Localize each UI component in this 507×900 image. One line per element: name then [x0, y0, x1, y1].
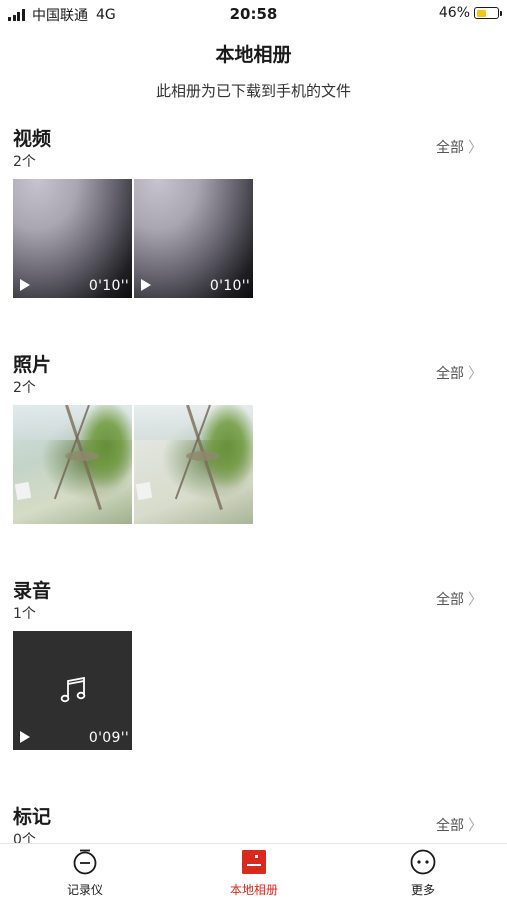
- battery-icon: [474, 7, 502, 19]
- page-subtitle: 此相册为已下载到手机的文件: [155, 82, 351, 100]
- tab-more[interactable]: 更多: [373, 849, 473, 898]
- section-title: 标记: [13, 806, 52, 828]
- video-thumbnail[interactable]: 0'10'': [13, 179, 132, 298]
- battery-percent: 46%: [438, 5, 470, 21]
- chevron-right-icon: 〉: [467, 816, 483, 834]
- page-title: 本地相册: [215, 44, 292, 66]
- local-album-page: 中国联通 4G 20:58 46% 本地相册 此相册为已下载到手机的文件 视频 …: [0, 0, 507, 900]
- tab-label: 本地相册: [229, 883, 278, 897]
- video-duration: 0'10'': [209, 278, 250, 294]
- play-icon: [20, 731, 30, 743]
- chevron-right-icon: 〉: [467, 138, 483, 156]
- tab-recorder[interactable]: 记录仪: [35, 849, 135, 898]
- status-time: 20:58: [229, 5, 278, 23]
- chevron-right-icon: 〉: [467, 364, 483, 382]
- video-thumbnail[interactable]: 0'10'': [134, 179, 253, 298]
- video-thumbnails: 0'10'' 0'10'': [13, 179, 255, 298]
- see-all-video-button[interactable]: 全部 〉: [436, 136, 483, 157]
- section-title: 照片: [13, 354, 52, 376]
- see-all-label: 全部: [435, 365, 464, 382]
- battery-fill: [476, 9, 486, 17]
- audio-thumbnails: 0'09'': [13, 631, 134, 750]
- see-all-label: 全部: [435, 139, 464, 156]
- tab-bar: 记录仪 本地相册 更多: [0, 843, 507, 900]
- section-title: 录音: [13, 580, 52, 602]
- play-icon: [20, 279, 30, 291]
- tab-local-album[interactable]: 本地相册: [204, 849, 304, 898]
- section-count: 2个: [13, 154, 36, 170]
- tab-label: 记录仪: [66, 883, 103, 897]
- tab-label: 更多: [410, 883, 435, 897]
- recorder-icon: [73, 849, 97, 875]
- audio-thumbnail[interactable]: 0'09'': [13, 631, 132, 750]
- see-all-audio-button[interactable]: 全部 〉: [436, 588, 483, 609]
- status-bar: 中国联通 4G 20:58 46%: [0, 0, 507, 28]
- album-icon: [242, 850, 266, 874]
- see-all-label: 全部: [435, 591, 464, 608]
- see-all-marks-button[interactable]: 全部 〉: [436, 814, 483, 835]
- more-icon: [410, 849, 436, 875]
- photo-thumbnails: [13, 405, 255, 524]
- section-count: 2个: [13, 380, 36, 396]
- section-video: 视频 2个 全部 〉 0'10'' 0'10'': [0, 124, 507, 304]
- photo-thumbnail[interactable]: [13, 405, 132, 524]
- play-icon: [141, 279, 151, 291]
- chevron-right-icon: 〉: [467, 590, 483, 608]
- audio-duration: 0'09'': [88, 730, 129, 746]
- section-audio: 录音 1个 全部 〉 0'09'': [0, 576, 507, 756]
- music-note-icon: [60, 676, 86, 703]
- see-all-photo-button[interactable]: 全部 〉: [436, 362, 483, 383]
- section-count: 1个: [13, 606, 36, 622]
- video-duration: 0'10'': [88, 278, 129, 294]
- status-right: 46%: [438, 5, 502, 21]
- section-photo: 照片 2个 全部 〉: [0, 350, 507, 530]
- see-all-label: 全部: [435, 817, 464, 834]
- photo-thumbnail[interactable]: [134, 405, 253, 524]
- section-title: 视频: [13, 128, 52, 150]
